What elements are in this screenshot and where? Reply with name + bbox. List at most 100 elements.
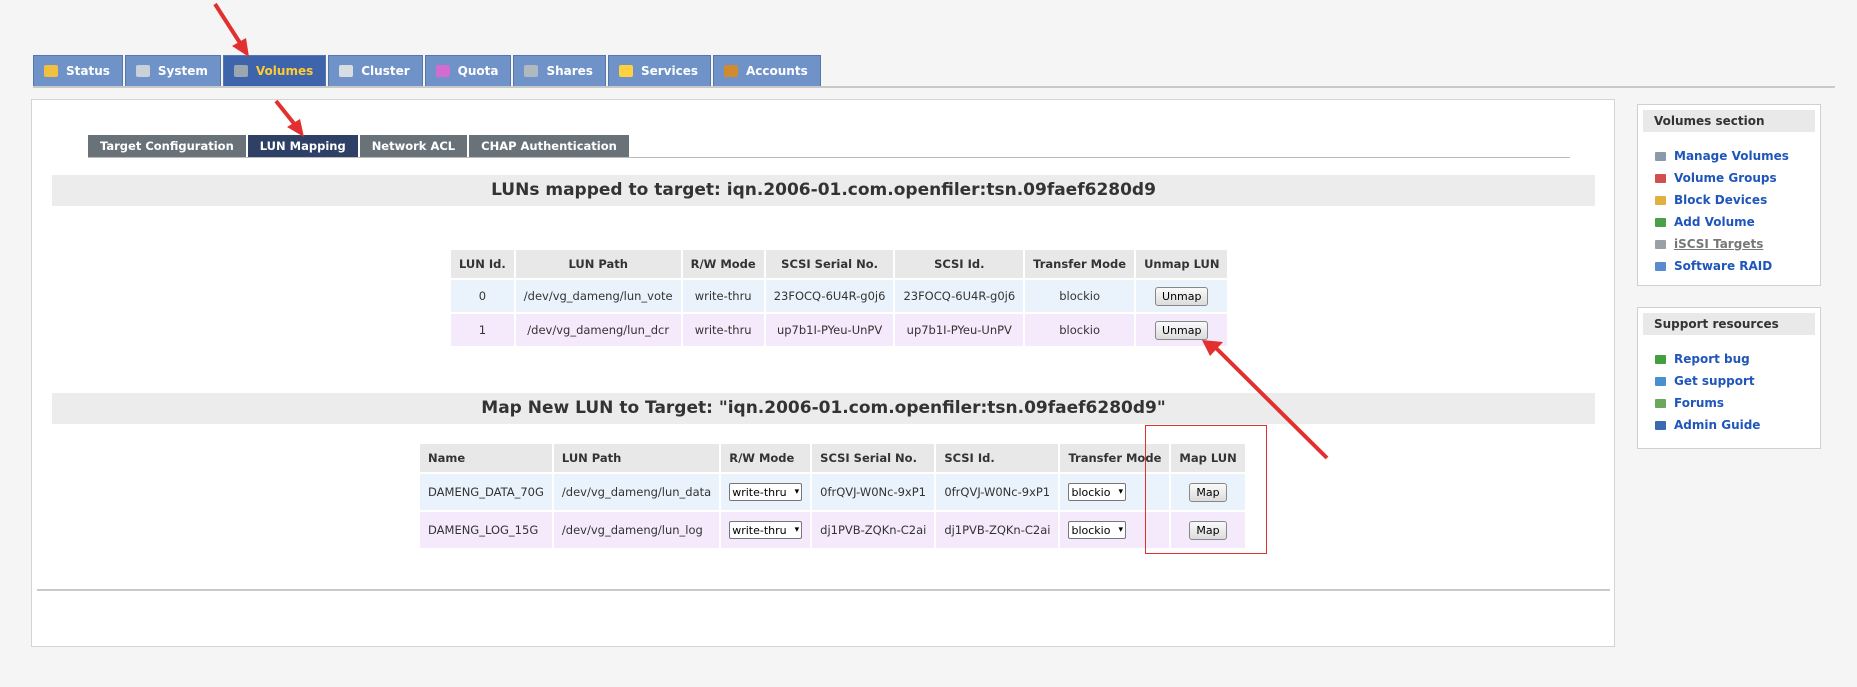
system-icon: [135, 65, 150, 77]
link-label: Get support: [1674, 374, 1755, 388]
subtab-lun-mapping[interactable]: LUN Mapping: [247, 135, 358, 157]
annotation-arrow-volumes: [213, 2, 249, 57]
tab-services[interactable]: Services: [607, 55, 711, 86]
tab-status[interactable]: Status: [33, 55, 123, 86]
subtab-chap-authentication[interactable]: CHAP Authentication: [469, 135, 629, 157]
select-value: write-thru: [732, 485, 787, 499]
column-header: Name: [420, 444, 552, 472]
mapped-luns-title: LUNs mapped to target: iqn.2006-01.com.o…: [52, 175, 1595, 206]
unmap-button[interactable]: Unmap: [1155, 320, 1209, 340]
select-value: write-thru: [732, 523, 787, 537]
subnav-divider: [88, 157, 1570, 158]
support-resources-box: Support resources Report bug Get support…: [1637, 307, 1821, 449]
lun-path: /dev/vg_dameng/lun_log: [553, 512, 720, 548]
link-manage-volumes[interactable]: Manage Volumes: [1655, 145, 1820, 167]
volume-groups-icon: [1655, 173, 1666, 183]
map-new-lun-table: Name LUN Path R/W Mode SCSI Serial No. S…: [418, 442, 1247, 550]
mapped-luns-table: LUN Id. LUN Path R/W Mode SCSI Serial No…: [449, 248, 1229, 348]
bug-icon: [1655, 354, 1666, 364]
scsi-id: 0frQVJ-W0Nc-9xP1: [936, 474, 1059, 510]
support-links: Report bug Get support Forums Admin Guid…: [1638, 340, 1820, 436]
column-header: LUN Path: [515, 250, 681, 278]
transfer-mode-select[interactable]: blockio ▾: [1068, 521, 1126, 539]
unmap-button[interactable]: Unmap: [1155, 286, 1209, 306]
tab-label: Services: [640, 63, 698, 78]
unmap-cell: Unmap: [1136, 280, 1228, 312]
link-add-volume[interactable]: Add Volume: [1655, 211, 1820, 233]
link-label: Add Volume: [1674, 215, 1755, 229]
chevron-down-icon: ▾: [1118, 487, 1123, 497]
shares-icon: [524, 65, 539, 77]
link-forums[interactable]: Forums: [1655, 392, 1820, 414]
link-label: iSCSI Targets: [1674, 237, 1764, 251]
tab-quota[interactable]: Quota: [424, 55, 512, 86]
column-header: SCSI Id.: [895, 250, 1024, 278]
rw-mode-select[interactable]: write-thru ▾: [729, 483, 803, 501]
iscsi-targets-icon: [1655, 239, 1666, 249]
lun-name: DAMENG_DATA_70G: [420, 474, 552, 510]
bottom-divider: [37, 589, 1610, 591]
tab-system[interactable]: System: [124, 55, 221, 86]
chevron-down-icon: ▾: [794, 487, 800, 497]
tab-label: Accounts: [745, 63, 808, 78]
link-get-support[interactable]: Get support: [1655, 370, 1820, 392]
scsi-serial: 23FOCQ-6U4R-g0j6: [765, 280, 894, 312]
tab-label: Volumes: [255, 63, 314, 78]
column-header: LUN Id.: [451, 250, 514, 278]
main-nav: Status System Volumes Cluster Quota Shar…: [33, 55, 823, 86]
link-software-raid[interactable]: Software RAID: [1655, 255, 1820, 277]
tab-shares[interactable]: Shares: [513, 55, 606, 86]
link-label: Forums: [1674, 396, 1725, 410]
table-header-row: LUN Id. LUN Path R/W Mode SCSI Serial No…: [451, 250, 1228, 278]
rw-mode: write-thru: [682, 314, 764, 346]
rw-mode-cell: write-thru ▾: [721, 512, 811, 548]
scsi-serial: 0frQVJ-W0Nc-9xP1: [812, 474, 935, 510]
rw-mode-select[interactable]: write-thru ▾: [729, 521, 803, 539]
rw-mode: write-thru: [682, 280, 764, 312]
tab-label: Cluster: [361, 63, 410, 78]
tab-accounts[interactable]: Accounts: [712, 55, 821, 86]
tab-cluster[interactable]: Cluster: [328, 55, 423, 86]
volumes-section-box: Volumes section Manage Volumes Volume Gr…: [1637, 104, 1821, 286]
tab-label: Status: [66, 63, 110, 78]
forums-icon: [1655, 398, 1666, 408]
link-block-devices[interactable]: Block Devices: [1655, 189, 1820, 211]
chevron-down-icon: ▾: [794, 525, 800, 535]
services-icon: [618, 65, 633, 77]
status-icon: [44, 65, 58, 77]
tab-label: Quota: [457, 63, 499, 78]
accounts-icon: [723, 65, 738, 77]
transfer-mode-select[interactable]: blockio ▾: [1068, 483, 1126, 501]
unmap-cell: Unmap: [1136, 314, 1228, 346]
link-iscsi-targets[interactable]: iSCSI Targets: [1655, 233, 1820, 255]
quota-icon: [435, 65, 450, 77]
column-header: SCSI Id.: [936, 444, 1059, 472]
tab-label: Shares: [546, 63, 593, 78]
block-devices-icon: [1655, 195, 1666, 205]
link-report-bug[interactable]: Report bug: [1655, 348, 1820, 370]
scsi-id: 23FOCQ-6U4R-g0j6: [895, 280, 1024, 312]
column-header: Transfer Mode: [1025, 250, 1135, 278]
link-label: Volume Groups: [1674, 171, 1777, 185]
table-row: DAMENG_DATA_70G /dev/vg_dameng/lun_data …: [420, 474, 1245, 510]
subtab-network-acl[interactable]: Network ACL: [359, 135, 468, 157]
column-header: R/W Mode: [682, 250, 764, 278]
lun-path: /dev/vg_dameng/lun_vote: [515, 280, 681, 312]
lun-path: /dev/vg_dameng/lun_dcr: [515, 314, 681, 346]
manage-volumes-icon: [1655, 151, 1666, 161]
transfer-mode: blockio: [1025, 280, 1135, 312]
add-volume-icon: [1655, 217, 1666, 227]
transfer-mode: blockio: [1025, 314, 1135, 346]
scsi-id: up7b1I-PYeu-UnPV: [895, 314, 1024, 346]
scsi-id: dj1PVB-ZQKn-C2ai: [936, 512, 1059, 548]
link-label: Software RAID: [1674, 259, 1773, 273]
tab-label: System: [157, 63, 208, 78]
column-header: SCSI Serial No.: [812, 444, 935, 472]
lun-id: 1: [451, 314, 514, 346]
subtab-target-configuration[interactable]: Target Configuration: [88, 135, 246, 157]
link-admin-guide[interactable]: Admin Guide: [1655, 414, 1820, 436]
table-row: 0 /dev/vg_dameng/lun_vote write-thru 23F…: [451, 280, 1228, 312]
tab-volumes[interactable]: Volumes: [222, 55, 327, 86]
select-value: blockio: [1071, 485, 1111, 499]
link-volume-groups[interactable]: Volume Groups: [1655, 167, 1820, 189]
